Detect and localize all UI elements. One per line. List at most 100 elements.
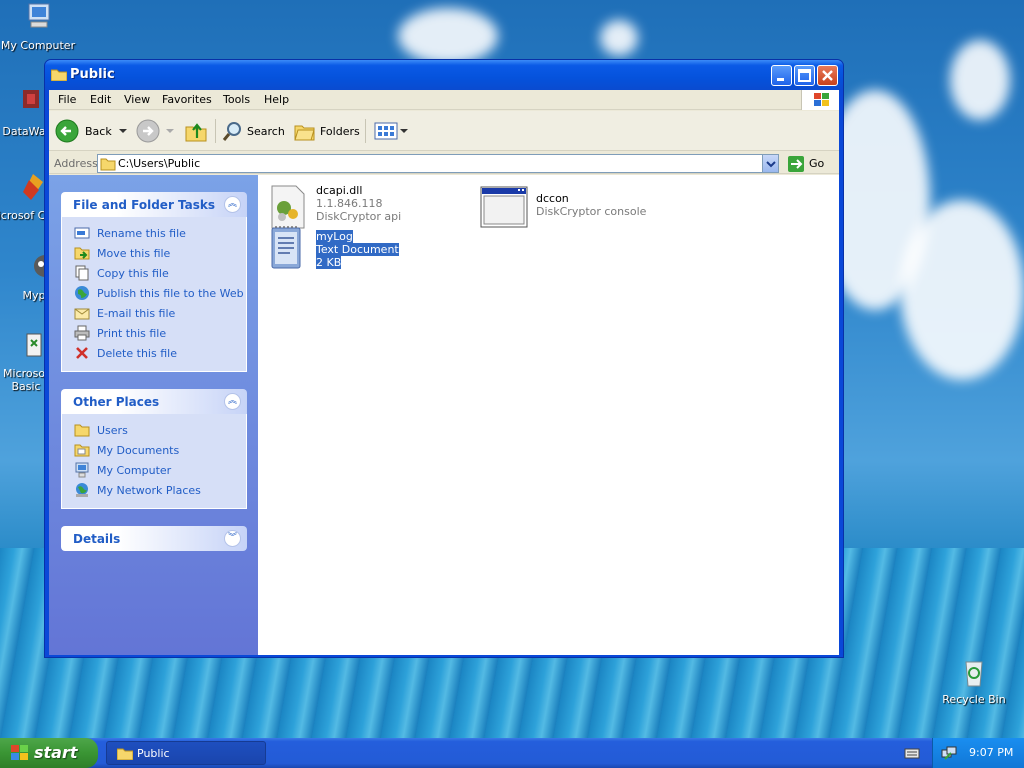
windows-logo [801, 90, 839, 110]
up-folder-button[interactable] [183, 118, 209, 144]
taskbar-item-label: Public [137, 747, 170, 760]
console-icon [480, 186, 528, 228]
dll-icon [271, 185, 305, 229]
menu-favorites[interactable]: Favorites [162, 93, 212, 106]
place-users[interactable]: Users [74, 420, 246, 440]
panel-title: Other Places [73, 395, 160, 409]
place-label: My Documents [97, 443, 180, 457]
address-dropdown-button[interactable] [762, 155, 778, 172]
collapse-icon[interactable]: ︽ [224, 196, 241, 213]
go-arrow-icon [788, 155, 804, 172]
window-title: Public [70, 67, 115, 82]
app-icon [23, 90, 39, 108]
menu-bar: File Edit View Favorites Tools Help [49, 90, 839, 110]
title-bar[interactable]: Public [45, 60, 843, 90]
views-icon [374, 122, 398, 140]
visual-cpp-icon [23, 174, 43, 200]
move-icon [74, 247, 90, 260]
details-panel: Details ︾ [61, 526, 247, 551]
task-rename-file[interactable]: Rename this file [74, 223, 246, 243]
email-icon [74, 308, 90, 320]
desktop-icon-my-computer[interactable]: My Computer [0, 2, 76, 52]
menu-help[interactable]: Help [264, 93, 289, 106]
explorer-window: Public File Edit View Favorites Tools He… [44, 59, 844, 658]
search-button[interactable]: Search [222, 118, 285, 144]
place-label: Users [97, 423, 128, 437]
documents-icon [74, 444, 90, 457]
go-button[interactable]: Go [787, 154, 824, 173]
task-label: E-mail this file [97, 306, 176, 320]
chevron-down-icon [400, 129, 408, 133]
system-tray: 9:07 PM [932, 738, 1024, 768]
address-value: C:\Users\Public [118, 157, 201, 170]
window-client: File Edit View Favorites Tools Help Back [49, 90, 839, 655]
folder-icon [117, 748, 133, 760]
file-item-dcapi[interactable]: dcapi.dll 1.1.846.118 DiskCryptor api [268, 184, 401, 230]
place-label: My Computer [97, 463, 172, 477]
menu-file[interactable]: File [58, 93, 76, 106]
panel-header[interactable]: File and Folder Tasks ︽ [61, 192, 247, 217]
file-item-dccon[interactable]: dccon DiskCryptor console [480, 185, 646, 229]
folder-icon [100, 158, 116, 171]
task-publish-web[interactable]: Publish this file to the Web [74, 283, 246, 303]
minimize-button[interactable] [771, 65, 792, 86]
start-button[interactable]: start [0, 738, 98, 768]
task-label: Print this file [97, 326, 167, 340]
panel-header[interactable]: Other Places ︽ [61, 389, 247, 414]
task-copy-file[interactable]: Copy this file [74, 263, 246, 283]
file-name: myLog [316, 230, 353, 243]
place-my-computer[interactable]: My Computer [74, 460, 246, 480]
file-name: dcapi.dll [316, 184, 363, 197]
menu-tools[interactable]: Tools [223, 93, 250, 106]
file-folder-tasks-panel: File and Folder Tasks ︽ Rename this file… [61, 192, 247, 372]
search-icon [222, 122, 241, 141]
windows-flag-icon [11, 745, 28, 760]
folders-button[interactable]: Folders [293, 118, 360, 144]
file-size: 2 KB [316, 256, 342, 269]
forward-button[interactable] [135, 118, 177, 144]
back-button[interactable]: Back [55, 118, 130, 144]
file-description: DiskCryptor console [536, 205, 647, 218]
folders-icon [294, 125, 315, 141]
visual-basic-icon [26, 333, 42, 357]
panel-title: Details [73, 532, 121, 546]
maximize-button[interactable] [794, 65, 815, 86]
back-label: Back [85, 124, 112, 138]
menu-view[interactable]: View [124, 93, 150, 106]
task-move-file[interactable]: Move this file [74, 243, 246, 263]
taskbar-item-public[interactable]: Public [106, 741, 266, 765]
task-print-file[interactable]: Print this file [74, 323, 246, 343]
task-label: Move this file [97, 246, 171, 260]
expand-icon[interactable]: ︾ [224, 530, 241, 547]
network-status-icon[interactable] [941, 745, 957, 761]
chevron-down-icon [766, 161, 776, 168]
place-my-documents[interactable]: My Documents [74, 440, 246, 460]
collapse-icon[interactable]: ︽ [224, 393, 241, 410]
panel-header[interactable]: Details ︾ [61, 526, 247, 551]
file-item-mylog-label[interactable]: myLog Text Document 2 KB [268, 230, 399, 269]
recycle-bin-icon [965, 661, 983, 687]
file-description: DiskCryptor api [316, 210, 402, 223]
close-button[interactable] [817, 65, 838, 86]
start-label: start [34, 743, 78, 762]
file-view: dcapi.dll 1.1.846.118 DiskCryptor api dc… [258, 175, 839, 655]
place-my-network-places[interactable]: My Network Places [74, 480, 246, 500]
network-icon [76, 483, 88, 497]
go-label: Go [809, 157, 825, 170]
folders-label: Folders [320, 124, 360, 138]
minimize-icon [777, 78, 784, 81]
globe-icon [75, 286, 89, 300]
rename-icon [74, 227, 90, 239]
task-label: Rename this file [97, 226, 186, 240]
keyboard-icon[interactable] [904, 746, 920, 760]
task-delete-file[interactable]: Delete this file [74, 343, 246, 363]
desktop-icon-recycle-bin[interactable]: Recycle Bin [936, 656, 1012, 706]
clock[interactable]: 9:07 PM [969, 746, 1013, 759]
task-email-file[interactable]: E-mail this file [74, 303, 246, 323]
address-bar: Address C:\Users\Public Go [49, 152, 839, 174]
copy-icon [75, 265, 89, 281]
menu-edit[interactable]: Edit [90, 93, 111, 106]
task-label: Delete this file [97, 346, 177, 360]
address-input[interactable]: C:\Users\Public [97, 154, 779, 173]
views-button[interactable] [373, 118, 409, 144]
